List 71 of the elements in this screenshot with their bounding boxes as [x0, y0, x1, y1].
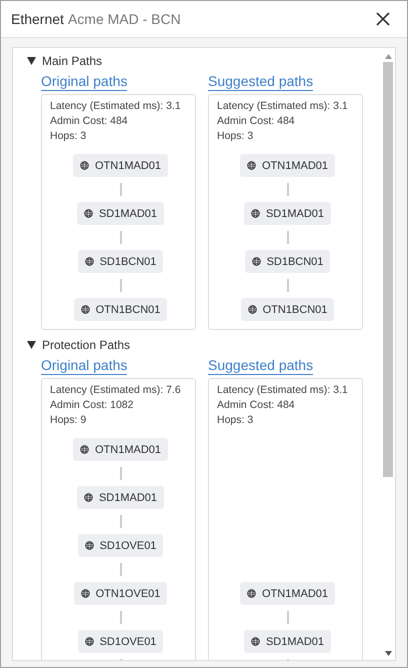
scrollbar-thumb[interactable] [383, 62, 393, 477]
node-name: OTN1MAD01 [94, 160, 162, 172]
node-name: OTN1OVE01 [96, 588, 160, 600]
globe-icon [250, 209, 260, 218]
globe-icon [246, 589, 256, 598]
node-name: OTN1MAD01 [262, 588, 328, 600]
paths-link[interactable]: Original paths [41, 357, 128, 375]
node-chip[interactable]: SD1MAD01 [244, 202, 332, 225]
node-chip[interactable]: SD1BCN01 [78, 250, 164, 273]
path-stat: Admin Cost: 1082 [50, 398, 134, 413]
scroll-down-icon[interactable] [384, 651, 392, 656]
expand-triangle-icon[interactable] [27, 57, 36, 65]
section-title: Main Paths [42, 54, 102, 68]
globe-icon [84, 637, 94, 646]
node-chip[interactable]: OTN1BCN01 [74, 298, 168, 321]
node-chip[interactable]: OTN1MAD01 [240, 154, 336, 177]
paths-link[interactable]: Suggested paths [208, 357, 314, 375]
node-name: SD1MAD01 [98, 492, 158, 504]
paths-link[interactable]: Original paths [41, 73, 128, 91]
node-chip[interactable]: SD1MAD01 [76, 202, 164, 225]
path-stat: Latency (Estimated ms): 3.1 [50, 99, 182, 114]
window-title: Ethernet [11, 11, 64, 27]
node-chip[interactable]: SD1MAD01 [244, 630, 332, 653]
node-name: SD1BCN01 [266, 256, 324, 268]
scroll-up-icon[interactable] [384, 54, 392, 59]
node-name: SD1OVE01 [100, 540, 156, 552]
node-chip[interactable]: OTN1MAD01 [72, 438, 168, 461]
globe-icon [80, 161, 89, 170]
node-chip[interactable]: OTN1MAD01 [72, 154, 168, 177]
globe-icon [80, 305, 90, 314]
path-stat: Admin Cost: 484 [217, 398, 296, 413]
path-stat: Latency (Estimated ms): 3.1 [217, 383, 349, 398]
globe-icon [84, 257, 94, 266]
path-stat: Latency (Estimated ms): 3.1 [217, 99, 349, 114]
connection-name: Acme MAD - BCN [68, 11, 181, 27]
node-chip[interactable]: SD1MAD01 [76, 486, 164, 509]
path-stat: Hops: 3 [217, 129, 254, 144]
node-name: SD1OVE01 [100, 636, 156, 648]
globe-icon [80, 445, 89, 454]
node-name: OTN1BCN01 [262, 304, 328, 316]
globe-icon [84, 541, 94, 550]
node-name: OTN1MAD01 [262, 160, 328, 172]
node-name: SD1BCN01 [100, 256, 156, 268]
globe-icon [80, 589, 90, 598]
paths-link[interactable]: Suggested paths [208, 73, 314, 91]
node-name: SD1MAD01 [98, 208, 158, 220]
globe-icon [84, 493, 93, 502]
path-stat: Latency (Estimated ms): 7.6 [50, 383, 182, 398]
path-stat: Admin Cost: 484 [50, 114, 129, 129]
path-stat: Hops: 3 [217, 413, 254, 428]
section-title: Protection Paths [42, 338, 130, 352]
globe-icon [250, 637, 260, 646]
node-chip[interactable]: OTN1BCN01 [240, 298, 334, 321]
node-chip[interactable]: SD1OVE01 [78, 630, 164, 653]
node-chip[interactable]: SD1BCN01 [244, 250, 330, 273]
expand-triangle-icon[interactable] [27, 341, 36, 349]
node-chip[interactable]: SD1OVE01 [78, 534, 164, 557]
globe-icon [84, 209, 93, 218]
node-chip[interactable]: OTN1MAD01 [240, 582, 336, 605]
globe-icon [248, 305, 257, 314]
path-stat: Admin Cost: 484 [217, 114, 296, 129]
node-name: OTN1BCN01 [96, 304, 160, 316]
globe-icon [252, 257, 261, 266]
node-name: SD1MAD01 [266, 636, 324, 648]
node-name: OTN1MAD01 [94, 444, 162, 456]
close-icon[interactable] [376, 12, 390, 26]
node-name: SD1MAD01 [266, 208, 324, 220]
globe-icon [246, 161, 256, 170]
node-chip[interactable]: OTN1OVE01 [74, 582, 168, 605]
path-stat: Hops: 9 [50, 413, 88, 428]
path-stat: Hops: 3 [50, 129, 88, 144]
